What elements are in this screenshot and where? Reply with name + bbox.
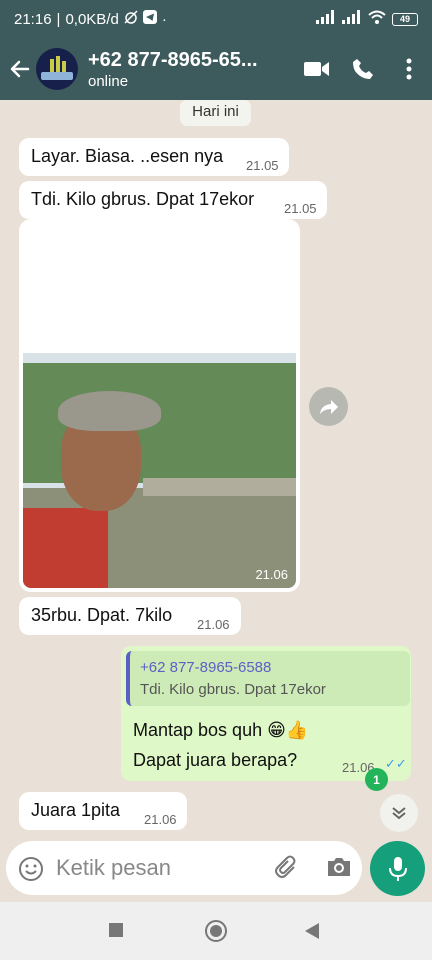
wifi-icon xyxy=(368,10,386,28)
message-text: Tdi. Kilo gbrus. Dpat 17ekor xyxy=(31,189,255,209)
status-right: 49 xyxy=(316,10,418,28)
quoted-text: Tdi. Kilo gbrus. Dpat 17ekor xyxy=(140,681,326,698)
video-camera-icon xyxy=(304,62,329,76)
contact-status: online xyxy=(88,72,129,90)
voice-record-button[interactable] xyxy=(370,841,425,896)
message-text-line-1: Mantap bos quh 😁👍 xyxy=(133,720,309,740)
message-time: 21.05 xyxy=(246,158,279,173)
arrow-left-icon xyxy=(10,60,30,78)
incoming-message[interactable]: 35rbu. Dpat. 7kilo 21.06 xyxy=(19,597,241,635)
message-time: 21.06 xyxy=(144,812,177,827)
camera-button[interactable] xyxy=(326,855,352,884)
unread-count-badge: 1 xyxy=(365,768,388,791)
status-bar: 21:16 | 0,0KB/d · 49 xyxy=(0,0,432,38)
camera-icon xyxy=(328,858,350,876)
scroll-to-bottom-button[interactable] xyxy=(380,794,418,832)
message-input[interactable] xyxy=(56,849,266,887)
avatar-graphic xyxy=(50,59,54,73)
status-time: 21:16 xyxy=(14,10,52,28)
voice-call-button[interactable] xyxy=(340,46,386,92)
forward-icon xyxy=(319,399,338,414)
incoming-photo-message[interactable]: 21.06 xyxy=(19,219,300,592)
chevron-double-down-icon xyxy=(392,807,406,820)
incoming-message[interactable]: Tdi. Kilo gbrus. Dpat 17ekor 21.05 xyxy=(19,181,327,219)
photo-time: 21.06 xyxy=(255,567,288,582)
avatar-graphic xyxy=(56,56,60,73)
data-rate: 0,0KB/d xyxy=(65,10,119,28)
square-icon xyxy=(109,923,123,937)
phone-icon xyxy=(353,59,373,79)
photo-person-shirt xyxy=(23,508,108,588)
message-time: 21.06 xyxy=(197,617,230,632)
message-time: 21.05 xyxy=(284,201,317,216)
date-chip: Hari ini xyxy=(180,100,251,126)
emoji-button[interactable] xyxy=(18,856,44,887)
more-vertical-icon xyxy=(406,58,412,80)
system-navigation-bar xyxy=(0,902,432,960)
video-call-button[interactable] xyxy=(294,46,340,92)
battery-icon: 49 xyxy=(392,12,418,26)
back-button[interactable] xyxy=(8,57,32,81)
incoming-message[interactable]: Juara 1pita 21.06 xyxy=(19,792,187,830)
message-text: 35rbu. Dpat. 7kilo xyxy=(31,605,173,625)
quoted-reply[interactable]: +62 877-8965-6588 Tdi. Kilo gbrus. Dpat … xyxy=(126,651,410,706)
header-actions xyxy=(294,46,432,92)
quoted-sender: +62 877-8965-6588 xyxy=(140,659,272,676)
outgoing-message[interactable]: +62 877-8965-6588 Tdi. Kilo gbrus. Dpat … xyxy=(121,646,411,781)
message-text: Juara 1pita xyxy=(31,800,121,820)
notification-dot-icon: · xyxy=(161,10,167,28)
paperclip-icon xyxy=(275,855,296,878)
back-nav-button[interactable] xyxy=(303,922,321,945)
more-options-button[interactable] xyxy=(386,46,432,92)
alarm-off-icon xyxy=(124,10,138,28)
microphone-icon xyxy=(388,856,407,881)
contact-name: +62 877-8965-65... xyxy=(88,48,258,71)
emoji-icon xyxy=(19,857,43,881)
home-button[interactable] xyxy=(204,919,228,948)
telegram-icon xyxy=(142,10,157,28)
status-left: 21:16 | 0,0KB/d · xyxy=(14,10,167,28)
chat-area[interactable]: Hari ini Layar. Biasa. ..esen nya 21.05 … xyxy=(0,100,432,840)
recents-button[interactable] xyxy=(108,922,124,943)
attach-button[interactable] xyxy=(274,855,300,886)
read-ticks-icon: ✓✓ xyxy=(385,756,407,771)
avatar-graphic xyxy=(41,72,73,80)
home-circle-icon xyxy=(205,920,227,942)
signal-icon xyxy=(316,10,336,28)
contact-info[interactable]: +62 877-8965-65... online xyxy=(88,49,278,90)
incoming-message[interactable]: Layar. Biasa. ..esen nya 21.05 xyxy=(19,138,289,176)
message-text: Layar. Biasa. ..esen nya xyxy=(31,146,224,166)
status-separator: | xyxy=(56,10,61,28)
photo-pond-wall xyxy=(143,478,296,496)
message-composer xyxy=(6,841,362,895)
photo-thumbnail[interactable]: 21.06 xyxy=(23,223,296,588)
contact-avatar[interactable] xyxy=(36,48,78,90)
message-text-line-2: Dapat juara berapa? xyxy=(133,750,298,770)
signal-icon-2 xyxy=(342,10,362,28)
forward-button[interactable] xyxy=(309,387,348,426)
triangle-back-icon xyxy=(305,923,319,939)
chat-header: +62 877-8965-65... online xyxy=(0,38,432,100)
photo-person-cap xyxy=(58,391,161,431)
